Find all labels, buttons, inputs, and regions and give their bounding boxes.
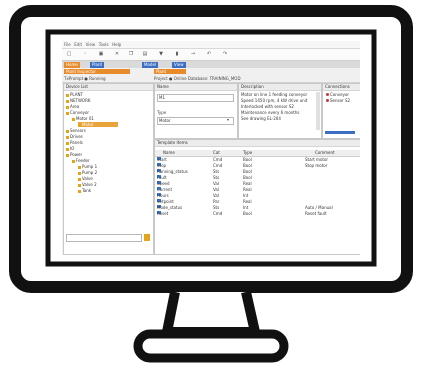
- folder-icon: [72, 159, 75, 163]
- context-title-right: Plant: [154, 69, 186, 74]
- table-row[interactable]: Reset Cmd Bool Reset fault: [155, 211, 360, 217]
- properties-header: Name: [155, 84, 237, 91]
- column-header-comment[interactable]: Comment: [315, 150, 335, 156]
- menu-file[interactable]: File: [64, 42, 71, 48]
- description-line: See drawing EL-204: [241, 116, 281, 121]
- tree-item-selected[interactable]: Motor: [78, 122, 118, 127]
- table-header-row: Name Cat Type Comment: [155, 150, 360, 157]
- description-line: Motor on line 1 feeding conveyor: [241, 92, 308, 97]
- monitor-base: [133, 329, 289, 363]
- tree-item[interactable]: Tank: [78, 188, 91, 193]
- folder-icon: [66, 135, 69, 139]
- tree-item[interactable]: Power: [66, 152, 82, 157]
- tree-item[interactable]: Pump 2: [78, 170, 97, 175]
- tree-item[interactable]: Pump 1: [78, 164, 97, 169]
- folder-icon: [66, 153, 69, 157]
- type-select[interactable]: Motor: [157, 117, 234, 125]
- connection-icon: [326, 99, 329, 102]
- tree-header: Device List: [64, 84, 153, 91]
- tree-item[interactable]: Conveyor: [66, 110, 89, 115]
- tab-home[interactable]: Home: [64, 62, 80, 68]
- name-input[interactable]: M1: [157, 94, 234, 102]
- tree-item[interactable]: Drives: [66, 134, 83, 139]
- folder-icon: [78, 183, 81, 187]
- connections-header: Connections: [323, 84, 360, 91]
- tree-item[interactable]: Area: [66, 104, 79, 109]
- description-header: Description: [239, 84, 321, 91]
- menu-tools[interactable]: Tools: [99, 42, 109, 48]
- connection-item[interactable]: Conveyor: [325, 92, 349, 97]
- link-icon[interactable]: →: [190, 51, 196, 57]
- tab-bar: Home Plant Model View: [62, 61, 360, 68]
- folder-icon: [78, 123, 81, 127]
- status-right: Project ● Online Database: TRAINING_MOD: [154, 76, 241, 81]
- tree-item[interactable]: Valve: [78, 176, 93, 181]
- tree-item[interactable]: Panels: [66, 140, 83, 145]
- new-icon[interactable]: □: [66, 51, 72, 57]
- tree-item[interactable]: IO: [66, 146, 74, 151]
- template-table-panel: Template Items Name Cat Type Comment Sta…: [154, 139, 360, 255]
- folder-icon: [66, 147, 69, 151]
- folder-icon: [66, 105, 69, 109]
- table-header-title: Template Items: [155, 140, 360, 147]
- folder-icon: [72, 117, 75, 121]
- status-left: TxPrompt ● Running: [64, 76, 106, 81]
- open-icon[interactable]: ◦: [82, 51, 88, 57]
- menu-view[interactable]: View: [86, 42, 96, 48]
- tab-plant[interactable]: Plant: [90, 62, 105, 68]
- tree-item[interactable]: Motor 01: [72, 116, 94, 121]
- chevron-down-icon[interactable]: ▾: [227, 117, 229, 123]
- tree-item[interactable]: Valve 2: [78, 182, 97, 187]
- tree-item[interactable]: Sensors: [66, 128, 86, 133]
- monitor-stand: [162, 290, 260, 337]
- tree-item[interactable]: NETWORK: [66, 98, 90, 103]
- filter-icon[interactable]: ▼: [158, 51, 164, 57]
- undo-icon[interactable]: ↶: [206, 51, 212, 57]
- column-header-type[interactable]: Type: [243, 150, 252, 156]
- chart-icon[interactable]: ▮: [174, 51, 180, 57]
- tree-item[interactable]: Feeder: [72, 158, 90, 163]
- description-line: Speed 1450 rpm, 4 kW drive unit: [241, 98, 308, 103]
- context-bar: Plant Inspector Plant TxPrompt ● Running…: [62, 69, 360, 83]
- tree-panel: Device List PLANT NETWORK Area Conveyor …: [63, 83, 154, 255]
- tree-filter-input[interactable]: [66, 234, 142, 242]
- paste-icon[interactable]: ▤: [142, 51, 148, 57]
- folder-icon: [78, 165, 81, 169]
- description-scrollbar[interactable]: [316, 92, 320, 130]
- redo-icon[interactable]: ↷: [222, 51, 228, 57]
- description-line: Maintenance every 6 months: [241, 110, 300, 115]
- tab-model[interactable]: Model: [142, 62, 159, 68]
- connections-scrollbar[interactable]: [325, 131, 355, 134]
- folder-icon: [66, 141, 69, 145]
- lock-icon[interactable]: [144, 234, 150, 241]
- folder-icon: [66, 129, 69, 133]
- cut-icon[interactable]: ✕: [114, 51, 120, 57]
- folder-icon: [66, 99, 69, 103]
- context-title: Plant Inspector: [64, 69, 130, 74]
- description-panel: Description Motor on line 1 feeding conv…: [238, 83, 322, 139]
- column-header-cat[interactable]: Cat: [213, 150, 220, 156]
- copy-icon[interactable]: ❐: [128, 51, 134, 57]
- properties-panel: Name M1 Type Motor ▾: [154, 83, 238, 139]
- app-screen: File Edit View Tools Help □ ◦ ▣ ✕ ❐ ▤ ▼ …: [62, 41, 360, 255]
- tree-item[interactable]: PLANT: [66, 92, 83, 97]
- folder-icon: [78, 171, 81, 175]
- menu-edit[interactable]: Edit: [74, 42, 82, 48]
- type-label: Type: [157, 110, 167, 115]
- menu-bar: File Edit View Tools Help: [62, 41, 360, 49]
- connection-item[interactable]: Sensor S2: [325, 98, 350, 103]
- connection-icon: [326, 93, 329, 96]
- description-line: Interlocked with sensor S2: [241, 104, 294, 109]
- folder-icon: [66, 111, 69, 115]
- folder-icon: [78, 177, 81, 181]
- folder-icon: [78, 189, 81, 193]
- column-header-name[interactable]: Name: [163, 150, 175, 156]
- tab-view[interactable]: View: [172, 62, 186, 68]
- connections-panel: Connections Conveyor Sensor S2: [322, 83, 360, 139]
- menu-help[interactable]: Help: [112, 42, 121, 48]
- save-icon[interactable]: ▣: [98, 51, 104, 57]
- folder-icon: [66, 93, 69, 97]
- toolbar: □ ◦ ▣ ✕ ❐ ▤ ▼ ▮ → ↶ ↷: [62, 49, 360, 61]
